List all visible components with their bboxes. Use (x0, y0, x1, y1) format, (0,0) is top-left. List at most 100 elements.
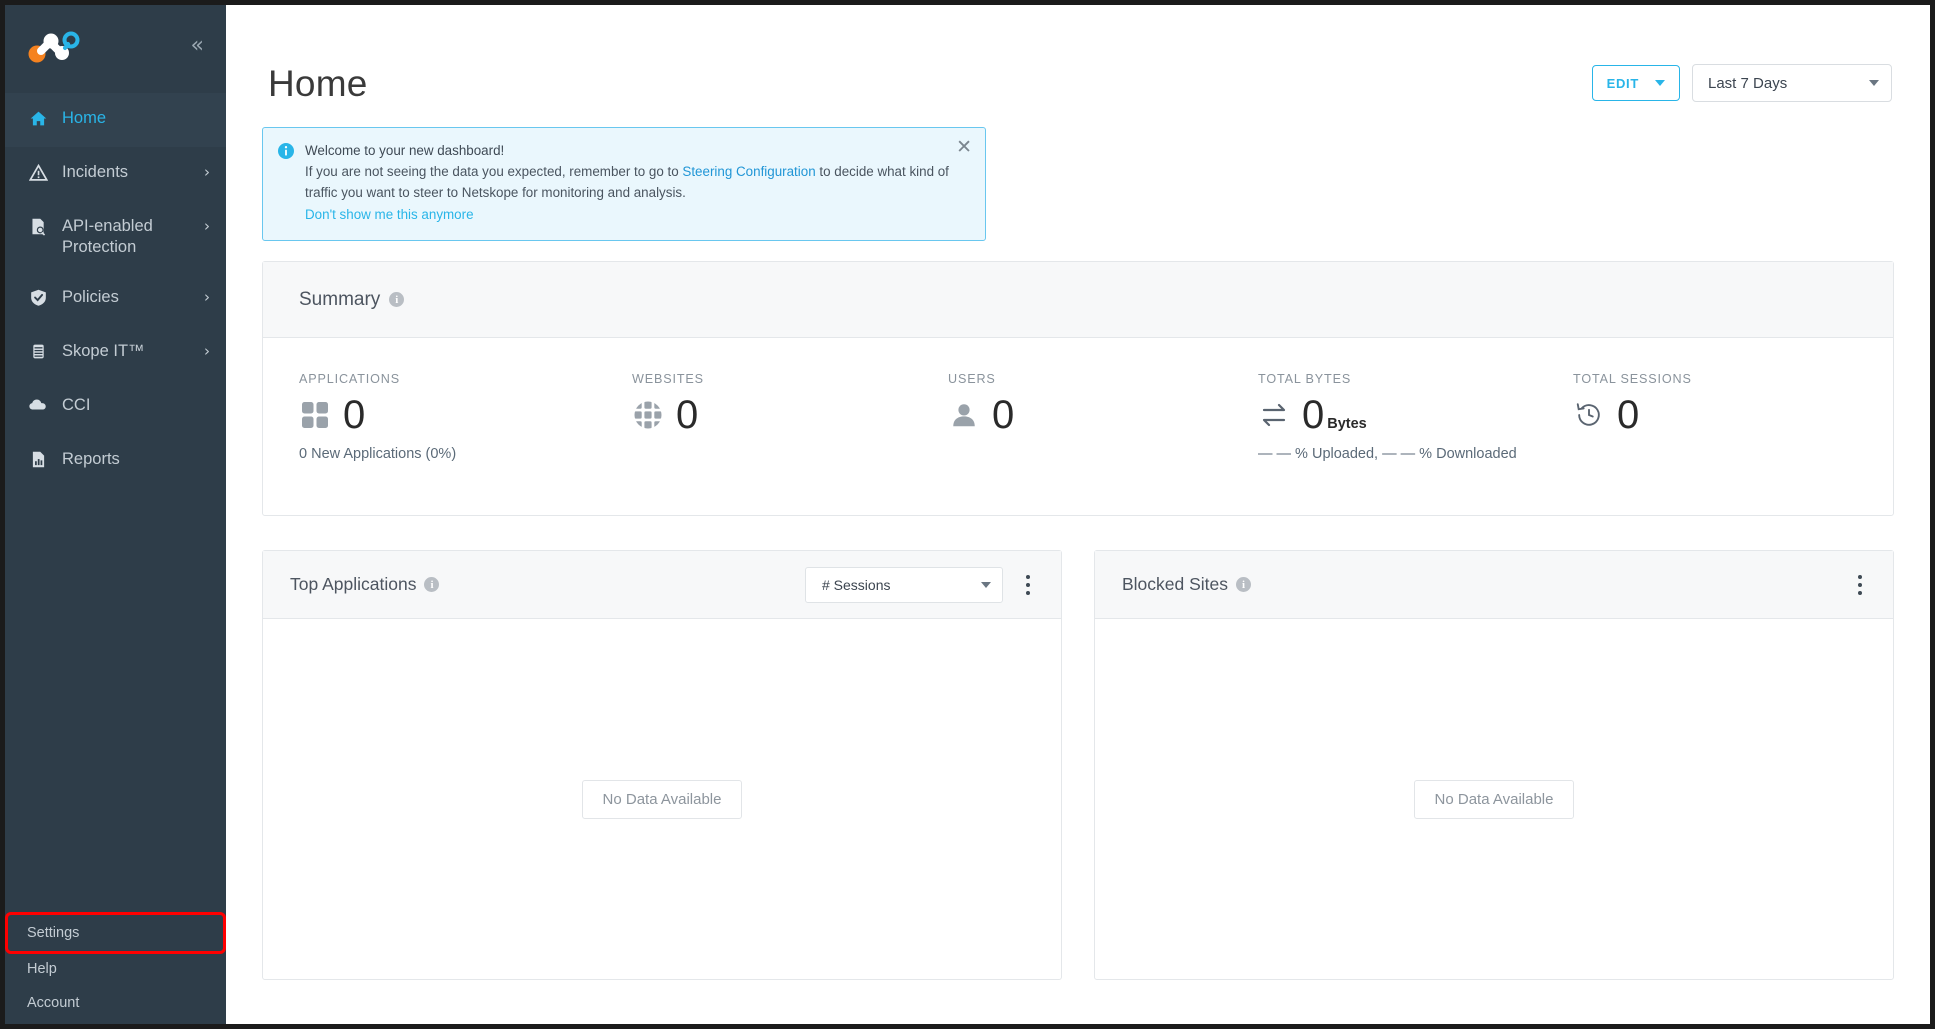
metric-unit: Bytes (1327, 416, 1367, 433)
metric-subtext: — — % Uploaded, — — % Downloaded (1258, 446, 1517, 463)
metric-label: TOTAL SESSIONS (1573, 372, 1692, 387)
welcome-banner: Welcome to your new dashboard! If you ar… (262, 127, 986, 242)
widget-title-group: Blocked Sites i (1122, 574, 1252, 595)
home-icon (27, 107, 49, 129)
metric-value: 0 (343, 393, 366, 438)
metric-label: APPLICATIONS (299, 372, 400, 387)
date-range-value: Last 7 Days (1708, 74, 1788, 92)
sidebar-item-reports[interactable]: Reports (5, 434, 226, 488)
edit-button[interactable]: EDIT (1591, 65, 1680, 101)
metric-select-value: # Sessions (822, 576, 891, 593)
metric-value: 0 (992, 393, 1015, 438)
summary-card-header: Summary i (263, 262, 1893, 339)
sidebar-item-incidents[interactable]: Incidents › (5, 147, 226, 201)
metric-subtext: 0 New Applications (0%) (299, 446, 457, 463)
widget-body: No Data Available (1095, 619, 1893, 979)
no-data-placeholder: No Data Available (1413, 779, 1575, 819)
sidebar-item-skope-it[interactable]: Skope IT™ › (5, 326, 226, 380)
sidebar: « Home Incidents › API-enabled Protectio… (5, 5, 226, 1024)
netskope-logo[interactable] (25, 29, 83, 63)
widget-header: Blocked Sites i (1095, 551, 1893, 620)
no-data-placeholder: No Data Available (581, 779, 743, 819)
date-range-select[interactable]: Last 7 Days (1692, 64, 1892, 102)
metric-applications: APPLICATIONS 0 0 New Applications (0%) (299, 372, 632, 475)
widget-controls: # Sessions (805, 566, 1039, 603)
app-window: « Home Incidents › API-enabled Protectio… (5, 5, 1930, 1024)
sidebar-item-home[interactable]: Home (5, 93, 226, 147)
info-icon[interactable]: i (1236, 577, 1252, 593)
info-icon[interactable]: i (424, 577, 440, 593)
widget-blocked-sites: Blocked Sites i No Data Available (1094, 550, 1894, 981)
widgets-row: Top Applications i # Sessions No Data Av… (262, 550, 1894, 981)
info-icon[interactable]: i (389, 292, 405, 308)
summary-title: Summary (299, 288, 381, 310)
sidebar-item-api-enabled-protection[interactable]: API-enabled Protection › (5, 201, 226, 272)
metric-value-group: 0 Bytes (1302, 395, 1367, 435)
sidebar-item-label: Skope IT™ (62, 342, 145, 361)
page-title: Home (268, 62, 368, 104)
widget-title: Top Applications (290, 574, 417, 595)
chevron-right-icon: › (204, 288, 210, 307)
sidebar-item-account[interactable]: Account (5, 986, 226, 1020)
metric-label: TOTAL BYTES (1258, 372, 1352, 387)
info-circle-icon (278, 143, 294, 159)
edit-button-label: EDIT (1606, 75, 1639, 91)
metric-label: USERS (948, 372, 996, 387)
dont-show-link[interactable]: Don't show me this anymore (305, 205, 474, 226)
grid-squares-icon (299, 399, 331, 431)
sessions-metric-select[interactable]: # Sessions (805, 566, 1003, 603)
metric-total-bytes: TOTAL BYTES 0 Bytes — — % Uploaded, — — … (1258, 372, 1573, 475)
sidebar-item-label: Incidents (62, 163, 129, 181)
widget-title-group: Top Applications i (290, 574, 440, 595)
widget-header: Top Applications i # Sessions (263, 551, 1061, 620)
clock-history-icon (1573, 399, 1605, 431)
steering-configuration-link[interactable]: Steering Configuration (682, 164, 815, 179)
widget-title: Blocked Sites (1122, 574, 1229, 595)
sidebar-nav: Home Incidents › API-enabled Protection … (5, 87, 226, 488)
sidebar-item-label: CCI (62, 396, 91, 415)
metric-websites: WEBSITES 0 (632, 372, 948, 475)
close-icon[interactable]: ✕ (956, 138, 972, 157)
sidebar-item-cci[interactable]: CCI (5, 380, 226, 434)
shield-check-icon (27, 286, 49, 308)
chevron-down-icon (1869, 80, 1879, 86)
cloud-icon (27, 394, 49, 416)
person-icon (948, 399, 980, 431)
metric-value: 0 (1302, 393, 1325, 438)
sidebar-item-label: Reports (62, 450, 120, 469)
chevron-down-icon (981, 581, 991, 588)
report-icon (27, 448, 49, 470)
sidebar-item-policies[interactable]: Policies › (5, 272, 226, 326)
database-icon (27, 340, 49, 362)
summary-title-group: Summary i (299, 288, 405, 311)
widget-body: No Data Available (263, 619, 1061, 979)
sidebar-item-label: Home (62, 109, 107, 127)
metric-users: USERS 0 (948, 372, 1258, 475)
banner-text-part1: If you are not seeing the data you expec… (305, 163, 683, 179)
banner-text: Welcome to your new dashboard! If you ar… (305, 141, 971, 226)
warning-triangle-icon (27, 161, 49, 183)
sidebar-item-settings[interactable]: Settings (5, 912, 226, 954)
metric-total-sessions: TOTAL SESSIONS 0 (1573, 372, 1692, 475)
sidebar-footer: Settings Help Account (5, 912, 226, 1024)
header-controls: EDIT Last 7 Days (1591, 64, 1894, 102)
widget-menu-icon[interactable] (1849, 570, 1871, 600)
sidebar-collapse-icon[interactable]: « (187, 33, 208, 59)
metric-value: 0 (676, 393, 699, 438)
summary-card: Summary i APPLICATIONS 0 0 New Applicati… (262, 261, 1894, 517)
chevron-right-icon: › (204, 163, 210, 181)
widget-controls (1849, 570, 1871, 600)
banner-description: If you are not seeing the data you expec… (305, 162, 971, 204)
sidebar-item-help[interactable]: Help (5, 952, 226, 986)
widget-top-applications: Top Applications i # Sessions No Data Av… (262, 550, 1062, 981)
banner-title: Welcome to your new dashboard! (305, 143, 505, 158)
sidebar-item-label: Policies (62, 288, 119, 307)
summary-metrics: APPLICATIONS 0 0 New Applications (0%) W… (263, 338, 1893, 515)
sidebar-item-label: API-enabled Protection (62, 217, 153, 257)
chevron-down-icon (1655, 80, 1665, 86)
chevron-right-icon: › (204, 342, 210, 361)
metric-value: 0 (1617, 393, 1640, 438)
main-content: Home EDIT Last 7 Days Welcome to your ne… (226, 5, 1930, 1024)
transfer-arrows-icon (1258, 399, 1290, 431)
widget-menu-icon[interactable] (1017, 570, 1039, 600)
